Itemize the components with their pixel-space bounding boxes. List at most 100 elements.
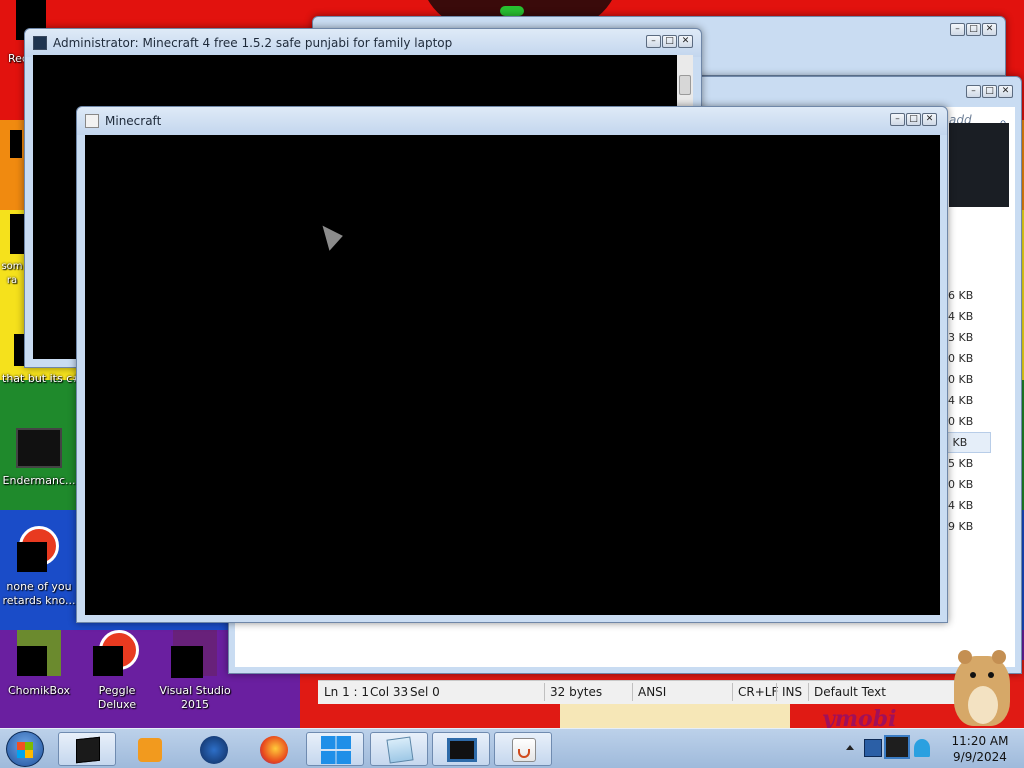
status-divider (808, 683, 809, 701)
visual-studio-icon (171, 630, 217, 678)
file-size-cell[interactable]: 20 KB (941, 369, 991, 390)
file-size-cell[interactable]: 23 KB (941, 327, 991, 348)
java-icon (512, 738, 536, 762)
desktop-icon-none-of-you[interactable]: none of you retards kno... (0, 526, 78, 608)
scrollbar-thumb[interactable] (679, 75, 691, 95)
taskbar-button-monitor[interactable] (432, 732, 490, 766)
maximize-button[interactable]: □ (906, 113, 921, 126)
firefox-icon (260, 736, 288, 764)
desktop-icon-peggle[interactable]: Peggle Deluxe (78, 630, 156, 712)
window-title: Minecraft (105, 114, 162, 128)
file-icon (10, 214, 24, 254)
wallpaper-green-dot (500, 6, 524, 16)
hamster-belly (968, 686, 998, 724)
mask-box (17, 646, 47, 676)
window-controls: – □ ✕ (950, 23, 997, 36)
taskbar-button-media-player[interactable] (120, 732, 178, 766)
file-size-cell[interactable]: 54 KB (941, 390, 991, 411)
minimize-button[interactable]: – (890, 113, 905, 126)
mouse-cursor-icon (313, 221, 343, 251)
globe-icon (200, 736, 228, 764)
close-button[interactable]: ✕ (678, 35, 693, 48)
file-size-cell[interactable]: 25 KB (941, 453, 991, 474)
status-divider (732, 683, 733, 701)
taskbar-button-notepad[interactable] (370, 732, 428, 766)
monitor-icon (447, 738, 477, 762)
status-column: Col 33 (370, 685, 409, 699)
file-size-cell[interactable]: 74 KB (941, 495, 991, 516)
file-size-cell[interactable]: 60 KB (941, 474, 991, 495)
file-size-cell[interactable]: 70 KB (941, 348, 991, 369)
desktop-icon-partial-1[interactable] (0, 130, 26, 158)
start-button[interactable] (6, 731, 44, 767)
wallpaper-cream-area (560, 700, 790, 728)
window-controls: – □ ✕ (890, 113, 937, 126)
file-size-cell[interactable]: 46 KB (941, 285, 991, 306)
window-app-icon (16, 428, 62, 468)
tray-network-icon[interactable] (914, 739, 930, 757)
windows-logo-icon (321, 736, 351, 764)
taskbar-button-java[interactable] (494, 732, 552, 766)
desktop-icon-chomikbox[interactable]: ChomikBox (0, 630, 78, 698)
close-button[interactable]: ✕ (922, 113, 937, 126)
close-button[interactable]: ✕ (998, 85, 1013, 98)
status-encoding: ANSI (638, 685, 667, 699)
desktop-icon-label: Endermanc... (2, 474, 76, 487)
clock-time: 11:20 AM (951, 734, 1009, 748)
window-titlebar[interactable]: Administrator: Minecraft 4 free 1.5.2 sa… (25, 29, 701, 57)
peggle-icon (93, 630, 139, 676)
status-divider (544, 683, 545, 701)
desktop-icon-endermanc[interactable]: Endermanc... (0, 428, 78, 488)
window-controls: – □ ✕ (966, 85, 1013, 98)
taskbar-button-console[interactable] (58, 732, 116, 766)
minimize-button[interactable]: – (646, 35, 661, 48)
hamster-mascot-icon (950, 646, 1014, 728)
minimize-button[interactable]: – (966, 85, 981, 98)
status-size: 32 bytes (550, 685, 603, 699)
desktop-icon-label: that but its c# (2, 372, 82, 385)
file-size-column: 46 KB 04 KB 23 KB 70 KB 20 KB 54 KB 00 KB 1 KB 2… (941, 285, 991, 537)
clock-date: 9/9/2024 (953, 750, 1007, 764)
file-size-cell[interactable]: 1 KB (941, 432, 991, 453)
desktop-icon-label: Peggle Deluxe (97, 684, 137, 711)
status-position: Ln 1 : 1 (324, 685, 370, 699)
status-divider (632, 683, 633, 701)
taskbar-button-firefox[interactable] (244, 732, 302, 766)
minecraft-window[interactable]: Minecraft – □ ✕ (76, 106, 948, 623)
desktop-icon-visual-studio[interactable]: Visual Studio 2015 (156, 630, 234, 712)
notepad-icon (386, 736, 414, 764)
tray-app-icon[interactable] (864, 739, 882, 757)
taskbar-clock[interactable]: 11:20 AM 9/9/2024 (940, 733, 1020, 765)
status-selection: Sel 0 (410, 685, 440, 699)
file-size-cell[interactable]: 39 KB (941, 516, 991, 537)
taskbar: 11:20 AM 9/9/2024 (0, 728, 1024, 768)
taskbar-button-windows[interactable] (306, 732, 364, 766)
console-app-icon (33, 36, 47, 50)
windows-logo-icon (17, 742, 33, 758)
window-titlebar[interactable]: Minecraft (77, 107, 947, 135)
mask-box (93, 646, 123, 676)
notepad-status-bar: Ln 1 : 1 Col 33 Sel 0 32 bytes ANSI CR+L… (318, 680, 978, 704)
status-divider (776, 683, 777, 701)
java-app-icon (85, 114, 99, 128)
close-button[interactable]: ✕ (982, 23, 997, 36)
file-size-cell[interactable]: 04 KB (941, 306, 991, 327)
minimize-button[interactable]: – (950, 23, 965, 36)
maximize-button[interactable]: □ (966, 23, 981, 36)
taskbar-button-globe[interactable] (184, 732, 242, 766)
show-hidden-icons-button[interactable] (846, 745, 854, 750)
maximize-button[interactable]: □ (662, 35, 677, 48)
tray-monitor-icon[interactable] (884, 735, 910, 759)
maximize-button[interactable]: □ (982, 85, 997, 98)
hamster-ear (958, 650, 972, 664)
game-canvas[interactable] (85, 135, 940, 615)
wallpaper-text: ymobi (822, 706, 897, 728)
red-circle-icon (17, 526, 59, 572)
mask-box (171, 646, 203, 678)
hamster-eye (970, 672, 976, 678)
system-tray (864, 735, 936, 763)
file-size-cell[interactable]: 00 KB (941, 411, 991, 432)
window-title: Administrator: Minecraft 4 free 1.5.2 sa… (53, 36, 453, 50)
desktop-icon-label: none of you retards kno... (2, 580, 76, 607)
desktop-icon-label: ChomikBox (8, 684, 70, 697)
